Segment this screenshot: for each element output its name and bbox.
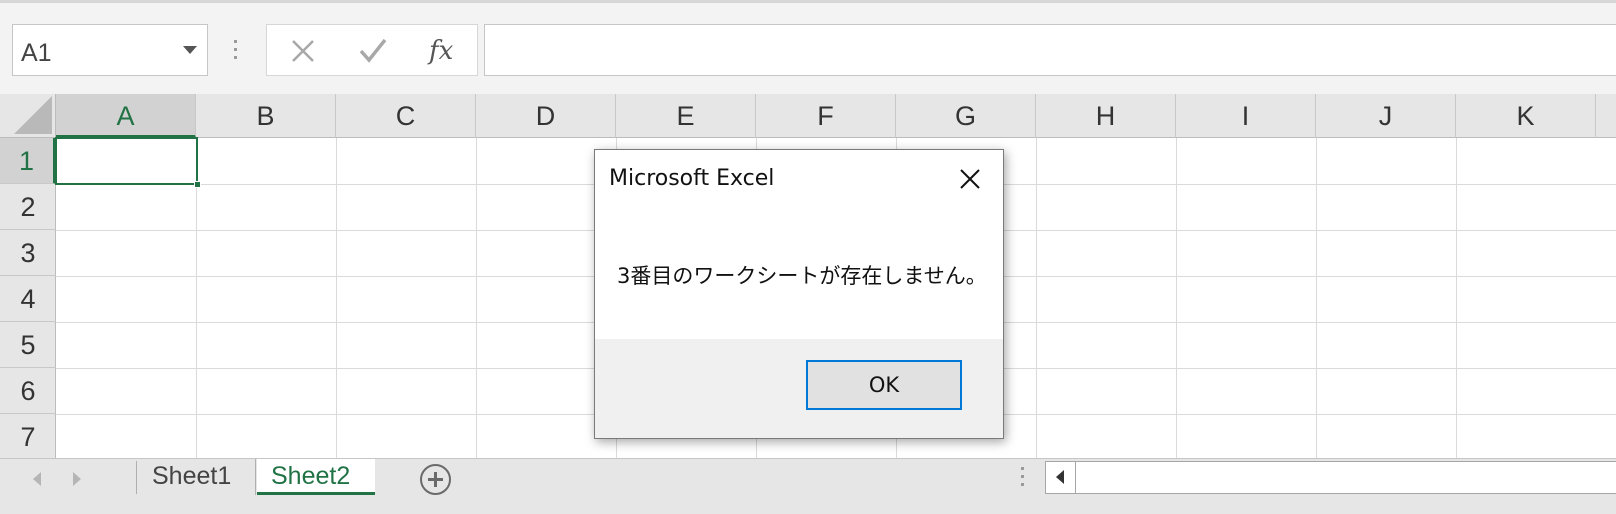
- gridline: [1036, 138, 1037, 458]
- select-all-triangle-icon: [14, 96, 52, 134]
- fill-handle[interactable]: [194, 181, 201, 188]
- gridline: [336, 138, 337, 458]
- svg-text:fx: fx: [427, 36, 454, 66]
- column-header-i[interactable]: I: [1176, 94, 1316, 138]
- gridline: [476, 138, 477, 458]
- column-header-d[interactable]: D: [476, 94, 616, 138]
- resize-grip-icon[interactable]: [1021, 467, 1025, 491]
- dialog-message: 3番目のワークシートが存在しません。: [617, 264, 987, 288]
- name-box[interactable]: A1: [12, 24, 208, 76]
- arrow-left-icon: [1056, 470, 1064, 484]
- row-headers: 1 2 3 4 5 6 7: [0, 138, 56, 460]
- row-header-3[interactable]: 3: [0, 230, 56, 276]
- column-header-c[interactable]: C: [336, 94, 476, 138]
- ok-button[interactable]: OK: [806, 360, 962, 410]
- column-header-h[interactable]: H: [1036, 94, 1176, 138]
- horizontal-scrollbar[interactable]: [1045, 461, 1616, 494]
- column-header-a[interactable]: A: [56, 94, 196, 138]
- scroll-left-button[interactable]: [1046, 462, 1076, 493]
- column-header-g[interactable]: G: [896, 94, 1036, 138]
- column-header-f[interactable]: F: [756, 94, 896, 138]
- active-cell[interactable]: [55, 137, 201, 188]
- tab-sheet2[interactable]: Sheet2: [257, 459, 375, 495]
- name-box-value: A1: [21, 39, 52, 67]
- formula-buttons: fx: [266, 24, 478, 76]
- column-header-b[interactable]: B: [196, 94, 336, 138]
- formula-input[interactable]: [484, 24, 1616, 76]
- dialog-title: Microsoft Excel: [609, 166, 775, 191]
- row-header-1[interactable]: 1: [0, 138, 56, 184]
- resize-grip-icon[interactable]: [233, 40, 239, 64]
- check-icon[interactable]: [353, 31, 393, 71]
- gridline: [1456, 138, 1457, 458]
- row-header-4[interactable]: 4: [0, 276, 56, 322]
- message-dialog: Microsoft Excel 3番目のワークシートが存在しません。 OK: [594, 149, 1004, 439]
- gridline: [1316, 138, 1317, 458]
- dropdown-arrow-icon[interactable]: [183, 46, 197, 54]
- scroll-tabs-left-icon[interactable]: [33, 472, 41, 486]
- dialog-footer: OK: [595, 339, 1003, 438]
- row-header-6[interactable]: 6: [0, 368, 56, 414]
- close-icon[interactable]: [283, 31, 323, 71]
- select-all-button[interactable]: [0, 94, 56, 138]
- close-icon[interactable]: [957, 166, 983, 192]
- tab-sheet1[interactable]: Sheet1: [138, 459, 256, 495]
- column-header-j[interactable]: J: [1316, 94, 1456, 138]
- gridline: [1176, 138, 1177, 458]
- sheet-tabs-bar: Sheet1 Sheet2: [0, 458, 1616, 514]
- row-header-2[interactable]: 2: [0, 184, 56, 230]
- column-header-e[interactable]: E: [616, 94, 756, 138]
- column-header-k[interactable]: K: [1456, 94, 1596, 138]
- formula-bar: A1 fx: [0, 0, 1616, 94]
- row-header-5[interactable]: 5: [0, 322, 56, 368]
- fx-icon[interactable]: fx: [423, 31, 463, 71]
- column-headers: A B C D E F G H I J K: [56, 94, 1616, 138]
- scroll-tabs-right-icon[interactable]: [73, 472, 81, 486]
- row-header-7[interactable]: 7: [0, 414, 56, 460]
- divider: [136, 461, 137, 494]
- plus-circle-icon[interactable]: [420, 464, 451, 495]
